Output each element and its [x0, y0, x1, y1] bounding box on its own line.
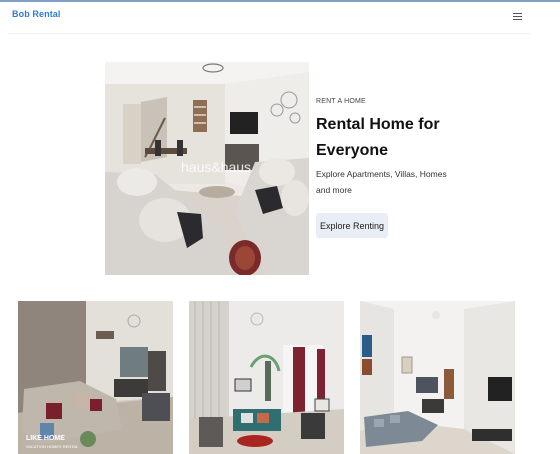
- listing-card-1[interactable]: LIKE HOME VACATION HOMES RENTAL: [18, 301, 173, 454]
- hamburger-menu-icon[interactable]: [513, 12, 522, 22]
- hero-subtitle: Explore Apartments, Villas, Homes and mo…: [316, 169, 447, 195]
- hero-image: haus&haus: [105, 62, 309, 275]
- hero-watermark: haus&haus: [181, 159, 252, 175]
- listing-watermark-sub: VACATION HOMES RENTAL: [26, 444, 79, 449]
- hero-text-block: RENT A HOME Rental Home for Everyone Exp…: [316, 98, 456, 198]
- listing-watermark-title: LIKE HOME: [26, 435, 65, 442]
- listing-card-2[interactable]: [189, 301, 344, 454]
- explore-renting-button[interactable]: Explore Renting: [316, 213, 388, 238]
- brand-link[interactable]: Bob Rental: [12, 9, 61, 19]
- navbar: Bob Rental: [8, 2, 530, 34]
- listing-card-3[interactable]: [360, 301, 515, 454]
- hero-eyebrow: RENT A HOME: [316, 98, 366, 105]
- hero-title: Rental Home for Everyone: [316, 116, 440, 159]
